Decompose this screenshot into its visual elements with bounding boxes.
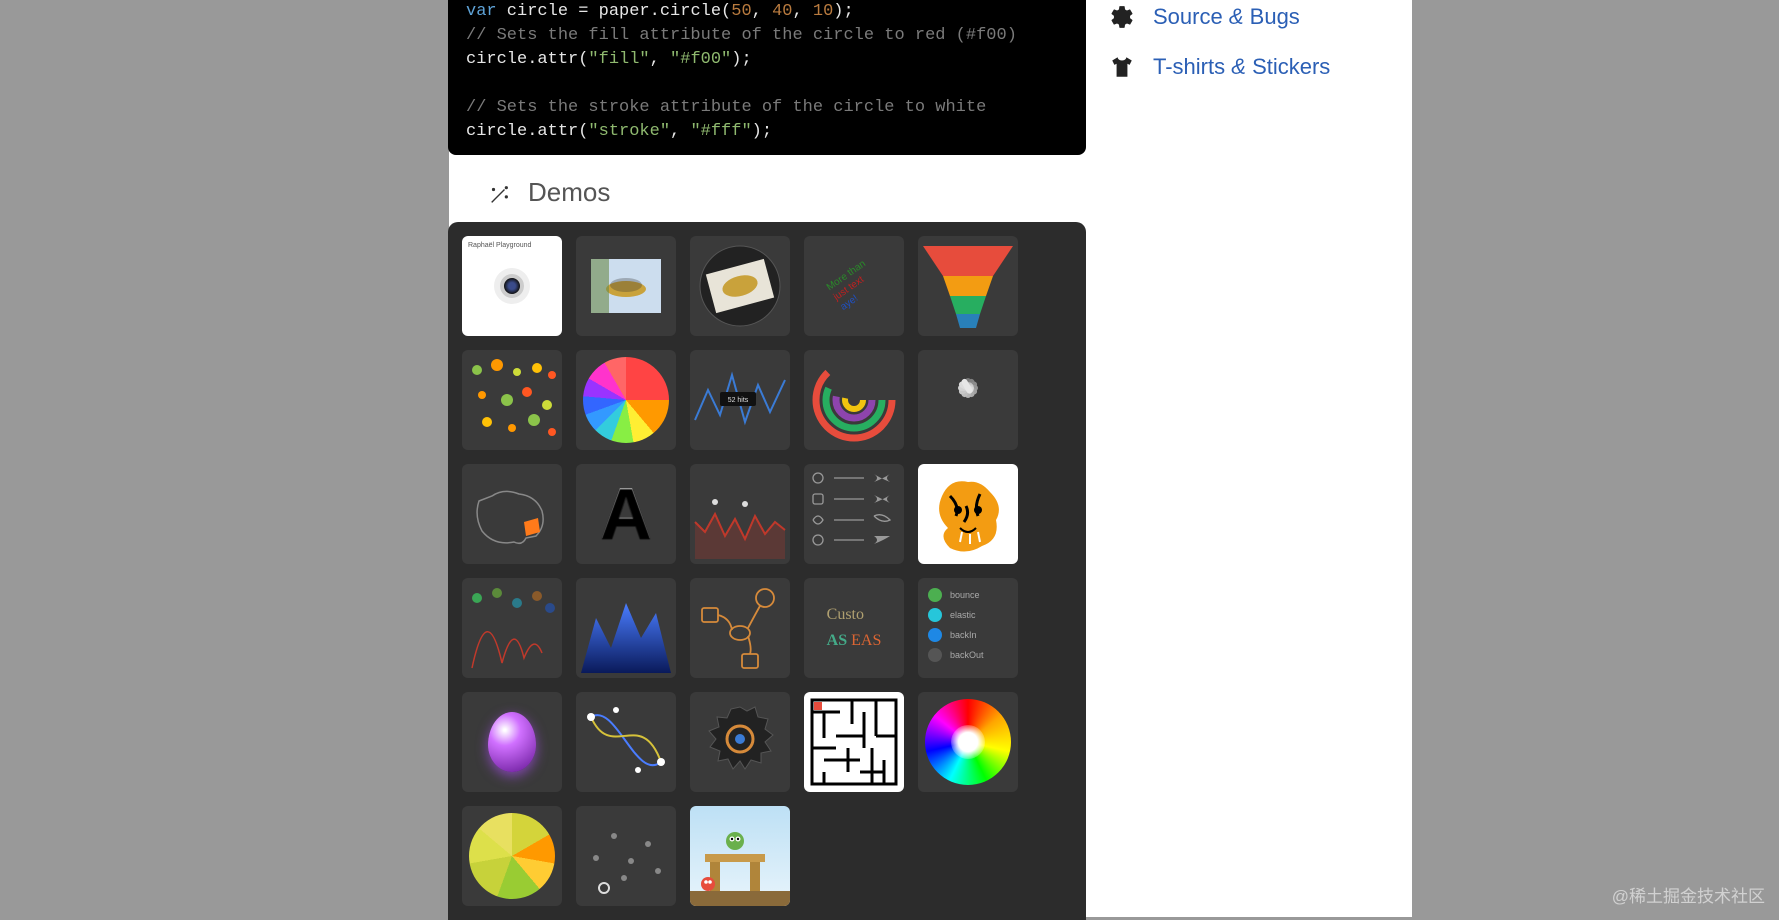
gear-icon xyxy=(1109,4,1135,30)
rotated-text: More than just text aye! xyxy=(825,258,883,313)
demo-tile-area-blue[interactable] xyxy=(576,578,676,678)
demo-tile-image-crop[interactable] xyxy=(576,236,676,336)
wand-icon xyxy=(488,182,510,204)
letter-a: A xyxy=(600,473,652,555)
egg-icon xyxy=(488,712,536,772)
demo-tile-growing-pie[interactable] xyxy=(462,806,562,906)
demo-tile-funnel[interactable] xyxy=(918,236,1018,336)
svg-text:52 hits: 52 hits xyxy=(728,397,749,404)
demo-tile-custom-easing[interactable]: Custo AS EAS xyxy=(804,578,904,678)
yellow-pie-icon xyxy=(469,813,555,899)
link-tshirts-stickers[interactable]: T-shirts & Stickers xyxy=(1109,54,1330,80)
content-page: var circle = paper.circle(50, 40, 10); /… xyxy=(449,0,1412,917)
code-comment: // Sets the stroke attribute of the circ… xyxy=(466,98,986,117)
custom-text: Custo AS EAS xyxy=(821,596,888,659)
demo-tile-maze[interactable] xyxy=(804,692,904,792)
code-keyword: var xyxy=(466,2,497,21)
demo-tile-dots-scatter[interactable] xyxy=(462,350,562,450)
demo-tile-area-red[interactable] xyxy=(690,464,790,564)
demos-grid: Raphaël Playground More than just text a… xyxy=(448,222,1086,920)
demo-tile-graffle[interactable] xyxy=(690,578,790,678)
lens-icon xyxy=(500,274,524,298)
spinner-icon: /* blades via JS below */ xyxy=(938,370,998,430)
demo-tile-easing-diagram[interactable] xyxy=(804,464,904,564)
demo-tile-easing-list[interactable]: bounceelasticbackInbackOut xyxy=(918,578,1018,678)
demo-tile-color-picker[interactable] xyxy=(918,692,1018,792)
left-column: var circle = paper.circle(50, 40, 10); /… xyxy=(448,0,1086,920)
demos-heading: Demos xyxy=(448,155,1086,222)
demo-tile-custom-fonts[interactable]: A xyxy=(576,464,676,564)
code-sample: var circle = paper.circle(50, 40, 10); /… xyxy=(448,0,1086,155)
pie-chart-icon xyxy=(583,357,669,443)
demo-tile-spinner[interactable]: /* blades via JS below */ xyxy=(918,350,1018,450)
tshirt-icon xyxy=(1109,54,1135,80)
demos-heading-label: Demos xyxy=(528,177,610,208)
demo-tile-angry-birds[interactable] xyxy=(690,806,790,906)
demo-tile-playground[interactable]: Raphaël Playground xyxy=(462,236,562,336)
sidebar-links: Source & Bugs T-shirts & Stickers xyxy=(1109,4,1330,104)
tile-caption: Raphaël Playground xyxy=(468,242,531,249)
demo-tile-text-rotation[interactable]: More than just text aye! xyxy=(804,236,904,336)
demo-tile-3d-shiny[interactable] xyxy=(462,692,562,792)
demo-tile-curver[interactable] xyxy=(576,692,676,792)
link-label: Source & Bugs xyxy=(1153,4,1300,30)
easing-list: bounceelasticbackInbackOut xyxy=(918,580,1018,676)
demo-tile-dots-animation[interactable] xyxy=(576,806,676,906)
demo-tile-bouncing-ball[interactable] xyxy=(462,578,562,678)
colorwheel-icon xyxy=(925,699,1011,785)
demo-tile-gear[interactable] xyxy=(690,692,790,792)
code-comment: // Sets the fill attribute of the circle… xyxy=(466,26,1017,45)
link-source-bugs[interactable]: Source & Bugs xyxy=(1109,4,1330,30)
watermark: @稀土掘金技术社区 xyxy=(1612,882,1765,907)
demo-tile-polar-clock[interactable] xyxy=(804,350,904,450)
demo-tile-pie-chart[interactable] xyxy=(576,350,676,450)
link-label: T-shirts & Stickers xyxy=(1153,54,1330,80)
demo-tile-analytics[interactable]: 52 hits xyxy=(690,350,790,450)
demo-tile-australia-map[interactable] xyxy=(462,464,562,564)
demo-tile-tiger[interactable] xyxy=(918,464,1018,564)
demo-tile-image-rotation[interactable] xyxy=(690,236,790,336)
